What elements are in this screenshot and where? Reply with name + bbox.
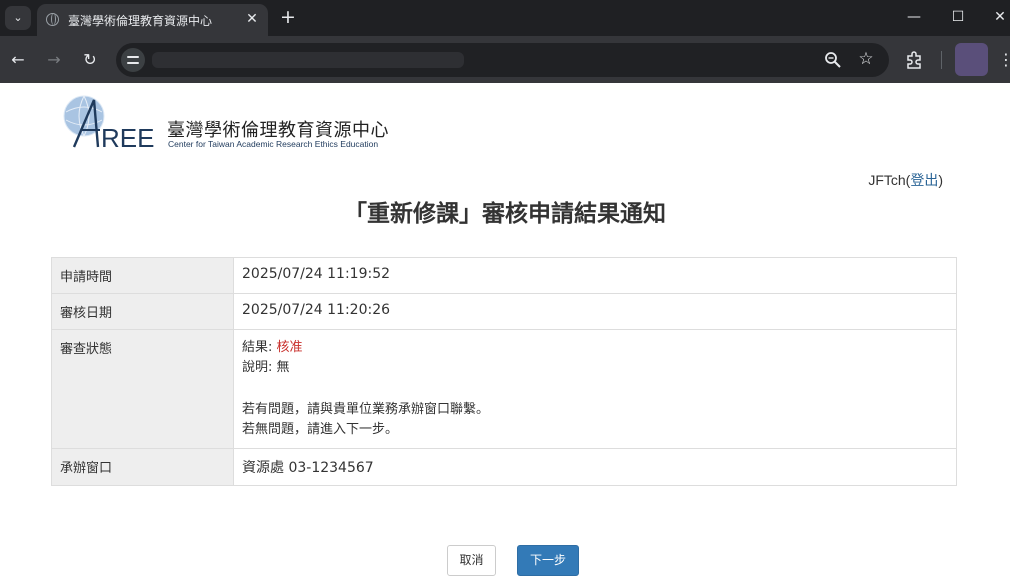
row-label-contact: 承辦窗口: [51, 448, 234, 486]
more-menu-icon[interactable]: ⋮: [998, 48, 1010, 72]
active-tab[interactable]: 臺灣學術倫理教育資源中心 ✕: [37, 4, 268, 36]
row-label-review-date: 審核日期: [51, 293, 234, 330]
result-table: 申請時間 2025/07/24 11:19:52 審核日期 2025/07/24…: [51, 257, 957, 486]
row-value-apply-time: 2025/07/24 11:19:52: [233, 257, 957, 294]
reload-icon[interactable]: ↻: [79, 49, 101, 71]
tab-title: 臺灣學術倫理教育資源中心: [68, 14, 213, 28]
new-tab-button[interactable]: +: [278, 6, 298, 28]
toolbar-divider: [941, 51, 942, 69]
row-label-review-status: 審查狀態: [51, 329, 234, 449]
zoom-icon[interactable]: [824, 51, 842, 69]
close-tab-icon[interactable]: ✕: [244, 11, 260, 27]
forward-arrow-icon[interactable]: →: [43, 49, 65, 71]
table-row: 審核日期 2025/07/24 11:20:26: [51, 293, 957, 330]
result-line: 結果: 核准: [242, 338, 948, 358]
cancel-button[interactable]: 取消: [447, 545, 496, 576]
back-arrow-icon[interactable]: ←: [7, 49, 29, 71]
tab-search-button[interactable]: ⌄: [5, 6, 31, 30]
url-text[interactable]: [152, 52, 464, 68]
table-row: 承辦窗口 資源處 03-1234567: [51, 448, 957, 486]
row-value-review-status: 結果: 核准 說明: 無 若有問題，請與貴單位業務承辦窗口聯繫。 若無問題，請進…: [233, 329, 957, 449]
note-label: 說明:: [242, 360, 277, 375]
bookmark-star-icon[interactable]: ☆: [856, 49, 876, 69]
aree-logo-mark: REE: [63, 95, 154, 153]
username: JFTch: [868, 172, 906, 188]
close-window-button[interactable]: ✕: [990, 6, 1010, 28]
minimize-button[interactable]: —: [901, 6, 927, 28]
logout-link[interactable]: 登出: [910, 172, 938, 188]
page-title: 「重新修課」審核申請結果通知: [344, 201, 666, 227]
result-status-badge: 核准: [276, 340, 303, 355]
extensions-icon[interactable]: [905, 50, 925, 70]
user-info: JFTch(登出): [868, 170, 943, 190]
table-row: 審查狀態 結果: 核准 說明: 無 若有問題，請與貴單位業務承辦窗口聯繫。 若無…: [51, 329, 957, 449]
svg-text:REE: REE: [101, 123, 154, 153]
result-label: 結果:: [242, 340, 277, 355]
maximize-button[interactable]: ☐: [945, 6, 971, 28]
address-bar[interactable]: ☆: [116, 43, 889, 77]
note-value: 無: [276, 360, 290, 375]
row-label-apply-time: 申請時間: [51, 257, 234, 294]
profile-avatar[interactable]: [955, 43, 988, 76]
globe-icon: [46, 13, 59, 26]
note-line: 說明: 無: [242, 358, 948, 378]
logo-english-name: Center for Taiwan Academic Research Ethi…: [168, 139, 379, 149]
aree-logo: REE 臺灣學術倫理教育資源中心 Center for Taiwan Acade…: [60, 92, 390, 154]
next-step-button[interactable]: 下一步: [517, 545, 579, 576]
site-info-icon[interactable]: [121, 48, 145, 72]
table-row: 申請時間 2025/07/24 11:19:52: [51, 257, 957, 294]
paren-close: ): [938, 172, 943, 188]
row-value-contact: 資源處 03-1234567: [233, 448, 957, 486]
browser-toolbar: ← → ↻ ☆ ⋮: [0, 36, 1010, 83]
proceed-instruction: 若無問題，請進入下一步。: [242, 422, 399, 437]
contact-instruction: 若有問題，請與貴單位業務承辦窗口聯繫。: [242, 402, 490, 417]
row-value-review-date: 2025/07/24 11:20:26: [233, 293, 957, 330]
browser-tab-bar: ⌄ 臺灣學術倫理教育資源中心 ✕ + — ☐ ✕: [0, 0, 1010, 36]
